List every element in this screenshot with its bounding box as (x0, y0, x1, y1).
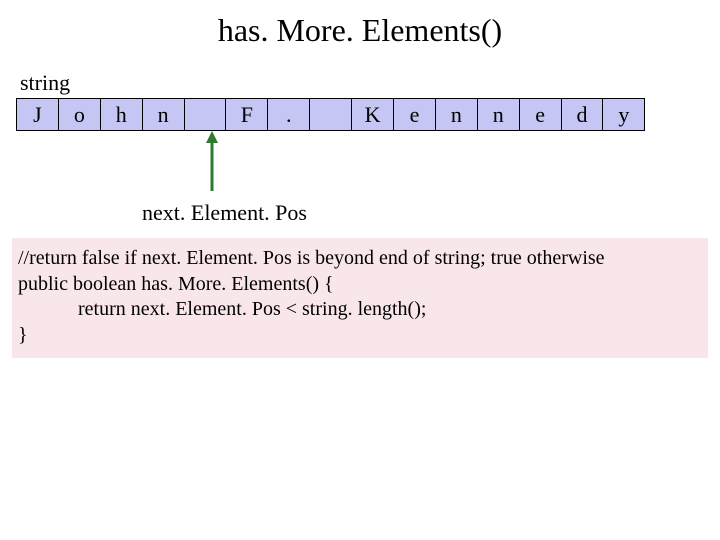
cell (184, 98, 227, 131)
cell: . (267, 98, 310, 131)
next-element-pos-label: next. Element. Pos (142, 200, 307, 226)
cell: e (519, 98, 562, 131)
page-title: has. More. Elements() (0, 0, 720, 57)
pointer-arrow-icon (200, 131, 224, 191)
cell: d (561, 98, 604, 131)
code-line: return next. Element. Pos < string. leng… (18, 297, 702, 323)
cell: K (351, 98, 394, 131)
cell: n (477, 98, 520, 131)
cell: n (142, 98, 185, 131)
cell: o (58, 98, 101, 131)
cell (309, 98, 352, 131)
code-line: //return false if next. Element. Pos is … (18, 246, 702, 272)
string-label: string (20, 70, 70, 96)
cell: y (602, 98, 645, 131)
cell: F (225, 98, 268, 131)
cell: n (435, 98, 478, 131)
cell: e (393, 98, 436, 131)
code-line: } (18, 323, 702, 349)
char-array: J o h n F . K e n n e d y (16, 98, 645, 131)
code-block: //return false if next. Element. Pos is … (12, 238, 708, 358)
cell: J (16, 98, 59, 131)
code-line: public boolean has. More. Elements() { (18, 272, 702, 298)
cell: h (100, 98, 143, 131)
